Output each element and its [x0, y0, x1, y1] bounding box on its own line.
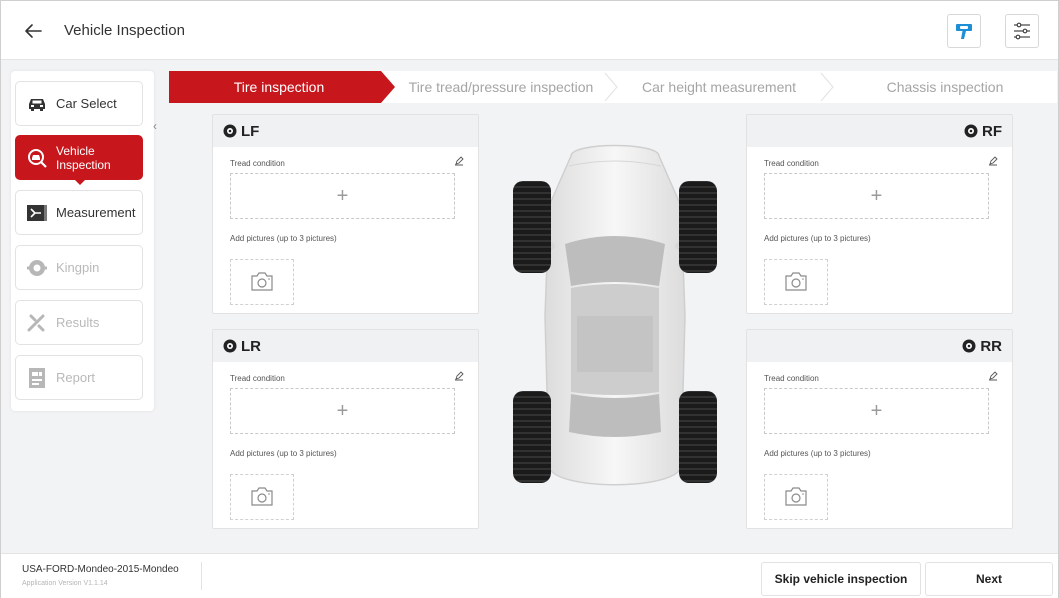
report-icon — [24, 365, 50, 391]
settings-button[interactable] — [1005, 14, 1039, 48]
add-picture-button[interactable] — [764, 474, 828, 520]
skip-vehicle-inspection-button[interactable]: Skip vehicle inspection — [761, 562, 921, 596]
sidebar-item-vehicle-inspection[interactable]: Vehicle Inspection — [15, 135, 143, 185]
camera-icon — [785, 272, 807, 291]
kingpin-icon — [24, 255, 50, 281]
tread-condition-label: Tread condition — [764, 374, 819, 383]
page-title: Vehicle Inspection — [64, 22, 185, 39]
sidebar: Car Select Vehicle Inspection Measuremen… — [11, 71, 154, 411]
arrow-left-icon[interactable] — [21, 19, 45, 43]
sidebar-item-label: Report — [56, 369, 96, 385]
tire-card-lr: LR Tread condition + Add pictures (up to… — [212, 329, 479, 529]
add-picture-button[interactable] — [230, 474, 294, 520]
tread-condition-add-button[interactable]: + — [764, 173, 989, 219]
sliders-icon — [1014, 22, 1030, 40]
add-picture-button[interactable] — [230, 259, 294, 305]
car-top-view-illustration — [513, 144, 717, 486]
vehicle-info: USA-FORD-Mondeo-2015-Mondeo — [22, 564, 179, 575]
tread-condition-add-button[interactable]: + — [230, 388, 455, 434]
step-tire-inspection[interactable]: Tire inspection — [169, 71, 389, 103]
tire-card-rr: RR Tread condition + Add pictures (up to… — [746, 329, 1013, 529]
tire-card-rf: RF Tread condition + Add pictures (up to… — [746, 114, 1013, 314]
camera-icon — [251, 272, 273, 291]
camera-icon — [251, 487, 273, 506]
sidebar-item-label: Results — [56, 314, 100, 330]
car-icon — [24, 91, 50, 117]
diagnostic-tool-icon — [956, 24, 972, 39]
tire-position-label: RR — [980, 337, 1002, 355]
step-car-height[interactable]: Car height measurement — [617, 71, 821, 103]
sidebar-item-results[interactable]: Results — [15, 300, 143, 345]
sidebar-item-label: Kingpin — [56, 259, 100, 275]
tire-card-lf: LF Tread condition + Add pictures (up to… — [212, 114, 479, 314]
footer-bar: USA-FORD-Mondeo-2015-Mondeo Application … — [1, 553, 1058, 598]
add-pictures-label: Add pictures (up to 3 pictures) — [764, 234, 871, 243]
app-window: Vehicle Inspection Car Select Vehicle In… — [0, 0, 1059, 598]
tire-position-label: LF — [241, 122, 260, 140]
sidebar-item-label: Vehicle Inspection — [56, 143, 111, 172]
tire-icon — [223, 339, 237, 353]
tire-position-label: LR — [241, 337, 261, 355]
sidebar-item-measurement[interactable]: Measurement — [15, 190, 143, 235]
tread-condition-label: Tread condition — [230, 159, 285, 168]
app-version: Application Version V1.1.14 — [22, 580, 108, 587]
edit-icon[interactable] — [988, 156, 998, 166]
tire-icon — [223, 124, 237, 138]
add-pictures-label: Add pictures (up to 3 pictures) — [230, 449, 337, 458]
step-tire-tread-pressure[interactable]: Tire tread/pressure inspection — [395, 71, 607, 103]
header-bar: Vehicle Inspection — [1, 1, 1058, 60]
add-picture-button[interactable] — [764, 259, 828, 305]
footer-divider — [201, 562, 202, 590]
inspection-icon — [24, 145, 50, 171]
step-progress-bar: Tire inspection Tire tread/pressure insp… — [169, 71, 1057, 103]
tread-condition-label: Tread condition — [764, 159, 819, 168]
add-pictures-label: Add pictures (up to 3 pictures) — [764, 449, 871, 458]
edit-icon[interactable] — [454, 156, 464, 166]
sidebar-item-car-select[interactable]: Car Select — [15, 81, 143, 126]
tire-inspection-panel: LF Tread condition + Add pictures (up to… — [169, 104, 1057, 544]
measurement-icon — [24, 200, 50, 226]
sidebar-collapse-toggle[interactable]: ‹ — [153, 119, 157, 133]
tire-icon — [962, 339, 976, 353]
sidebar-item-label: Measurement — [56, 204, 136, 220]
camera-icon — [785, 487, 807, 506]
results-icon — [24, 310, 50, 336]
sidebar-item-label: Car Select — [56, 95, 117, 111]
edit-icon[interactable] — [454, 371, 464, 381]
tread-condition-add-button[interactable]: + — [764, 388, 989, 434]
sidebar-item-report[interactable]: Report — [15, 355, 143, 400]
edit-icon[interactable] — [988, 371, 998, 381]
tread-condition-add-button[interactable]: + — [230, 173, 455, 219]
tire-position-label: RF — [982, 122, 1002, 140]
sidebar-item-kingpin[interactable]: Kingpin — [15, 245, 143, 290]
tire-icon — [964, 124, 978, 138]
diagnostic-button[interactable] — [947, 14, 981, 48]
tread-condition-label: Tread condition — [230, 374, 285, 383]
step-chassis-inspection[interactable]: Chassis inspection — [833, 71, 1057, 103]
add-pictures-label: Add pictures (up to 3 pictures) — [230, 234, 337, 243]
next-button[interactable]: Next — [925, 562, 1053, 596]
